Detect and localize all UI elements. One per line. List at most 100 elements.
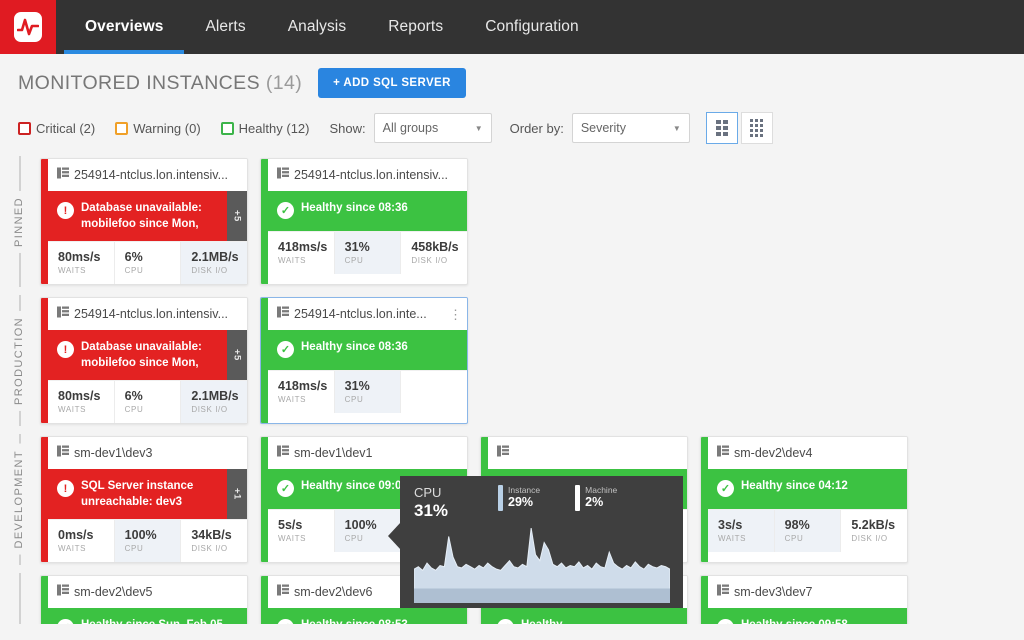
metric-waits[interactable]: 418ms/sWAITS: [268, 371, 334, 413]
check-circle-icon: ✓: [717, 619, 734, 624]
status-message: Healthy since 04:12: [741, 469, 907, 509]
instance-name: 254914-ntclus.lon.inte...: [294, 307, 444, 321]
instance-card[interactable]: 254914-ntclus.lon.intensiv...!Database u…: [40, 297, 248, 424]
metric-disk-i-o[interactable]: 2.1MB/sDISK I/O: [180, 381, 247, 423]
check-circle-icon: ✓: [717, 480, 734, 497]
nav-label: Reports: [388, 18, 443, 36]
nav-item-overviews[interactable]: Overviews: [64, 0, 184, 54]
alert-exclamation-icon: !: [57, 341, 74, 358]
severity-strip: [41, 576, 48, 624]
show-filter-label: Show:: [329, 121, 365, 136]
legend-critical[interactable]: Critical (2): [18, 121, 95, 136]
metric-disk-i-o[interactable]: 5.2kB/sDISK I/O: [840, 510, 907, 552]
metric-value: 2.1MB/s: [191, 250, 247, 264]
metric-disk-i-o[interactable]: 2.1MB/sDISK I/O: [180, 242, 247, 284]
metric-cpu[interactable]: 31%CPU: [334, 232, 401, 274]
metric-label: WAITS: [278, 534, 334, 543]
legend-warning[interactable]: Warning (0): [115, 121, 200, 136]
tooltip-metric-value: 31%: [414, 501, 492, 521]
group-rail: [0, 569, 38, 624]
group-label: PINNED: [13, 191, 25, 253]
metric-label: CPU: [125, 405, 181, 414]
nav-label: Alerts: [205, 18, 245, 36]
metric-waits[interactable]: 80ms/sWAITS: [48, 381, 114, 423]
extra-alerts-badge[interactable]: +1: [227, 469, 247, 519]
instance-card[interactable]: 254914-ntclus.lon.inte...⋮✓Healthy since…: [260, 297, 468, 424]
view-grid-small-button[interactable]: [706, 112, 738, 144]
metric-label: WAITS: [278, 256, 334, 265]
card-status-banner: !Database unavailable: mobilefoo since M…: [41, 191, 247, 241]
add-sql-server-button[interactable]: + ADD SQL SERVER: [318, 68, 466, 98]
instance-name: sm-dev2\dev4: [734, 446, 899, 460]
view-grid-dense-button[interactable]: [741, 112, 773, 144]
metric-value: 5s/s: [278, 518, 334, 532]
order-by-select[interactable]: Severity ▼: [572, 113, 690, 143]
card-header: 254914-ntclus.lon.intensiv...: [41, 298, 247, 330]
view-mode-toggles: [706, 112, 773, 144]
metric-waits[interactable]: 5s/s WAITS: [268, 510, 334, 552]
instance-name: 254914-ntclus.lon.intensiv...: [74, 307, 239, 321]
toolbar-primary-row: MONITORED INSTANCES (14) + ADD SQL SERVE…: [18, 68, 1024, 98]
card-status-banner: ✓Healthy since 08:36: [261, 191, 467, 231]
tooltip-series-instance: Instance 29%: [498, 485, 540, 511]
extra-alerts-badge[interactable]: +5: [227, 191, 247, 241]
order-by-label: Order by:: [510, 121, 564, 136]
cpu-metric-tooltip: CPU 31% Instance 29% Machine 2%: [400, 476, 683, 608]
server-icon: [277, 583, 289, 601]
metric-disk-i-o[interactable]: 34kB/sDISK I/O: [180, 520, 247, 562]
alert-exclamation-icon: !: [57, 202, 74, 219]
instance-name: sm-dev2\dev5: [74, 585, 239, 599]
instance-card[interactable]: 254914-ntclus.lon.intensiv...✓Healthy si…: [260, 158, 468, 285]
metric-empty[interactable]: [400, 371, 467, 413]
status-message: Healthy since 09:58: [741, 608, 907, 624]
show-groups-value: All groups: [383, 121, 439, 135]
metric-value: 3s/s: [718, 518, 774, 532]
check-circle-icon: ✓: [277, 619, 294, 624]
instance-card[interactable]: sm-dev2\dev5✓Healthy since Sun, Feb 05: [40, 575, 248, 624]
metric-waits[interactable]: 3s/sWAITS: [708, 510, 774, 552]
server-icon: [277, 305, 289, 323]
nav-item-configuration[interactable]: Configuration: [464, 0, 600, 54]
nav-item-analysis[interactable]: Analysis: [267, 0, 368, 54]
metric-cpu[interactable]: 6%CPU: [114, 242, 181, 284]
app-logo[interactable]: [0, 0, 56, 54]
metric-cpu[interactable]: 31%CPU: [334, 371, 401, 413]
server-icon: [277, 444, 289, 462]
instance-card[interactable]: sm-dev2\dev4 ✓ Healthy since 04:123s/sWAIT…: [700, 436, 908, 563]
chevron-down-icon: ▼: [475, 124, 483, 133]
metric-waits[interactable]: 0ms/sWAITS: [48, 520, 114, 562]
metric-disk-i-o[interactable]: 458kB/sDISK I/O: [400, 232, 467, 274]
card-menu-icon[interactable]: ⋮: [449, 308, 459, 321]
nav-item-reports[interactable]: Reports: [367, 0, 464, 54]
nav-label: Configuration: [485, 18, 579, 36]
group-cards: 254914-ntclus.lon.intensiv...!Database u…: [38, 152, 468, 291]
card-status-banner: ✓Healthy: [481, 608, 687, 624]
show-groups-select[interactable]: All groups ▼: [374, 113, 492, 143]
metric-cpu[interactable]: 6%CPU: [114, 381, 181, 423]
extra-alerts-badge[interactable]: +5: [227, 330, 247, 380]
instance-group: PINNED 254914-ntclus.lon.intensiv...!Data…: [0, 152, 1024, 291]
group-rail: DEVELOPMENT: [0, 430, 38, 569]
server-icon: [497, 444, 509, 462]
metric-label: WAITS: [58, 405, 114, 414]
status-message: SQL Server instance unreachable: dev3: [81, 469, 227, 519]
legend-healthy[interactable]: Healthy (12): [221, 121, 310, 136]
metric-label: CPU: [125, 266, 181, 275]
legend-label: Healthy (12): [239, 121, 310, 136]
metric-cpu[interactable]: 98%CPU: [774, 510, 841, 552]
metric-waits[interactable]: 418ms/sWAITS: [268, 232, 334, 274]
metric-cpu[interactable]: 100%CPU: [114, 520, 181, 562]
instance-card[interactable]: sm-dev3\dev7 ✓ Healthy since 09:58: [700, 575, 908, 624]
nav-item-alerts[interactable]: Alerts: [184, 0, 266, 54]
instance-count: (14): [266, 72, 302, 94]
page-title: MONITORED INSTANCES (14): [18, 72, 302, 95]
metric-waits[interactable]: 80ms/sWAITS: [48, 242, 114, 284]
server-icon: [277, 166, 289, 184]
check-circle-icon: ✓: [497, 619, 514, 624]
server-icon: [57, 305, 69, 323]
check-circle-icon: ✓: [57, 619, 74, 624]
metric-label: DISK I/O: [191, 544, 247, 553]
instance-card[interactable]: sm-dev1\dev3!SQL Server instance unreach…: [40, 436, 248, 563]
card-header: sm-dev3\dev7: [701, 576, 907, 608]
instance-card[interactable]: 254914-ntclus.lon.intensiv...!Database u…: [40, 158, 248, 285]
